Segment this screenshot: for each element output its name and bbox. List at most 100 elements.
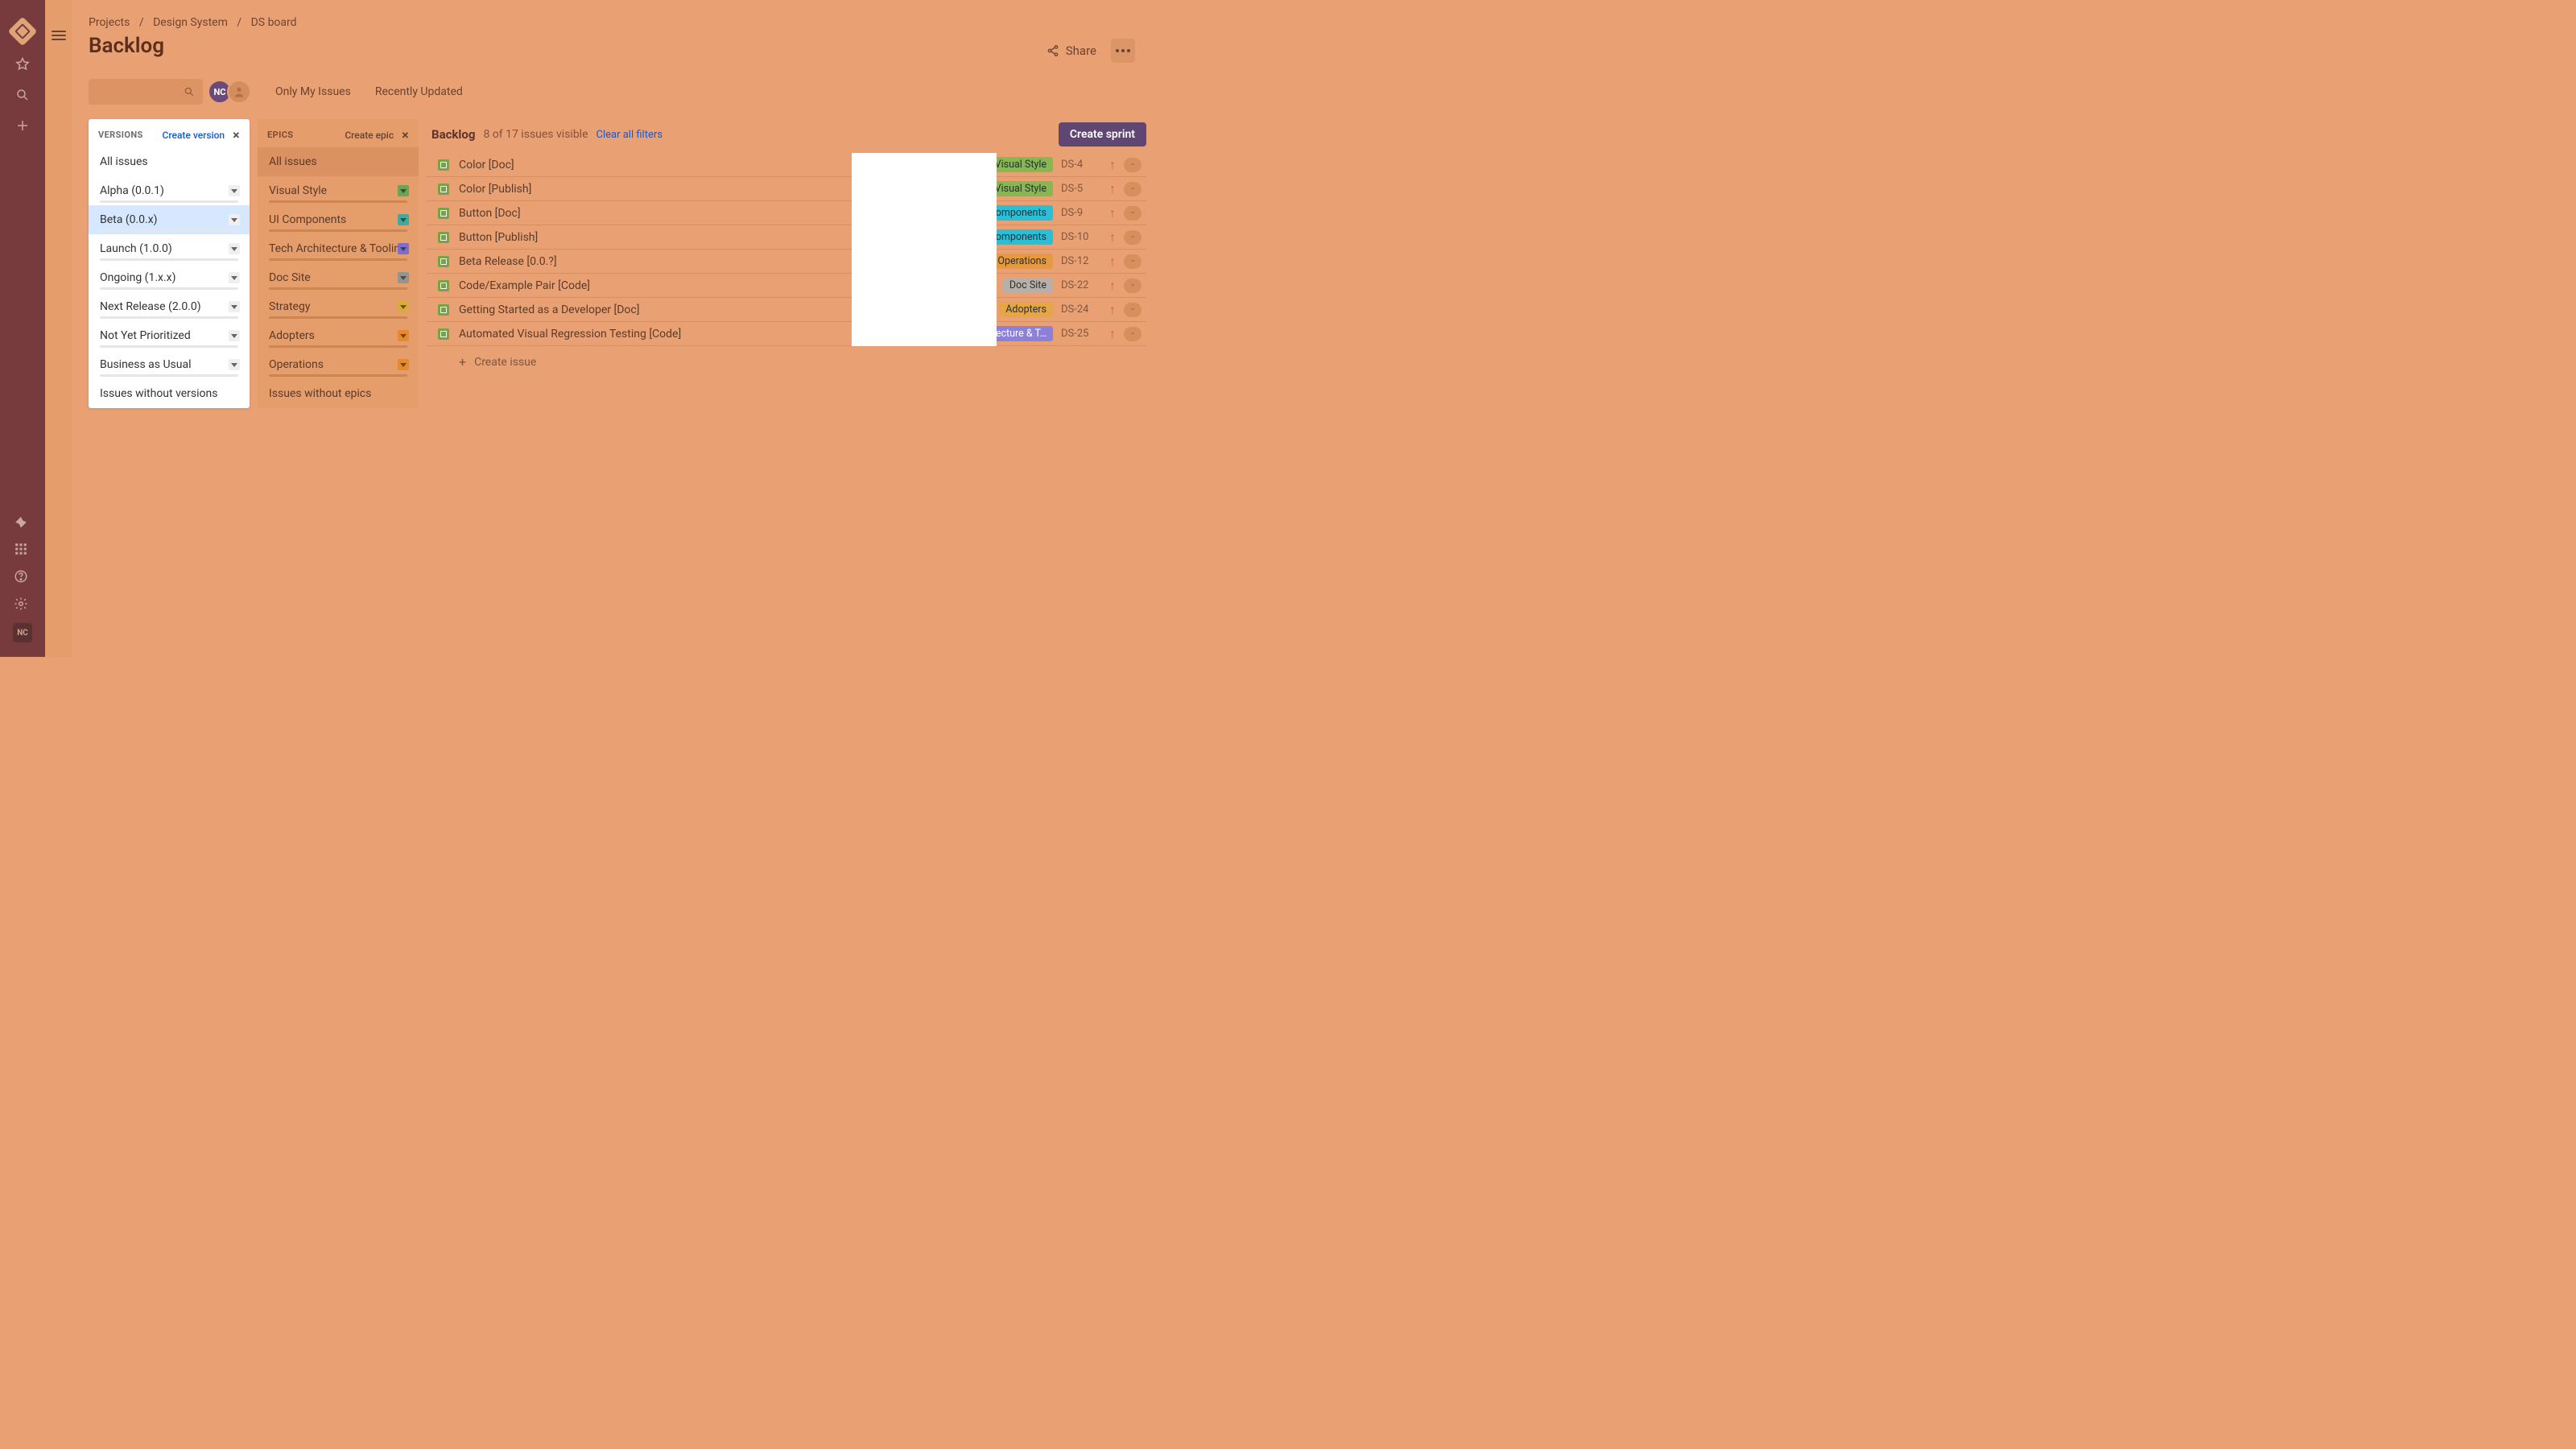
issue-row[interactable]: Button [Publish] BETA (0.0.X) UI Component…	[427, 225, 1146, 250]
filter-recently-updated[interactable]: Recently Updated	[375, 85, 463, 98]
epics-panel: EPICS Create epic × All issues Visual St…	[258, 119, 419, 408]
priority-icon: ↑	[1106, 157, 1119, 173]
issue-row[interactable]: Automated Visual Regression Testing [Cod…	[427, 322, 1146, 346]
close-epics-icon[interactable]: ×	[402, 127, 409, 142]
issue-key[interactable]: DS-24	[1061, 303, 1106, 316]
share-button[interactable]: Share	[1046, 43, 1096, 58]
search-icon[interactable]	[14, 87, 31, 103]
estimate-badge: -	[1124, 327, 1141, 341]
plus-icon: +	[459, 354, 466, 369]
create-sprint-button[interactable]: Create sprint	[1059, 122, 1146, 147]
issue-row[interactable]: Code/Example Pair [Code] BETA (0.0.X) Doc …	[427, 274, 1146, 298]
sidebar-toggle-icon[interactable]	[51, 27, 67, 43]
epic-chip[interactable]: Operations	[991, 254, 1053, 269]
priority-icon: ↑	[1106, 302, 1119, 318]
create-issue-link[interactable]: + Create issue	[427, 346, 1146, 369]
issue-row[interactable]: Beta Release [0.0.?]BETA (0.0.X)Operatio…	[427, 250, 1146, 274]
page-actions: Share	[1046, 39, 1135, 63]
version-chip[interactable]: BETA (0.0.X)	[936, 279, 997, 292]
issue-row[interactable]: Color [Publish]BETA (0.0.X)Visual StyleD…	[427, 177, 1146, 201]
settings-icon[interactable]	[13, 596, 29, 612]
version-chip[interactable]: BETA (0.0.X)	[921, 158, 981, 171]
epic-issues-without-epics[interactable]: Issues without epics	[258, 379, 419, 408]
version-chip[interactable]: BETA (0.0.X)	[904, 206, 964, 220]
epic-all-issues[interactable]: All issues	[258, 147, 419, 176]
epic-item[interactable]: UI Components	[258, 205, 419, 234]
estimate-badge: -	[1124, 230, 1141, 245]
epic-chip[interactable]: Tech Architecture & T…	[939, 326, 1053, 341]
person-icon	[233, 85, 246, 98]
issue-summary: Button [Publish]	[459, 231, 538, 244]
breadcrumb-board[interactable]: DS board	[251, 16, 297, 29]
version-item[interactable]: Alpha (0.0.1)	[89, 176, 250, 205]
page-title: Backlog	[89, 34, 1146, 58]
epic-item[interactable]: Strategy	[258, 292, 419, 321]
epic-chip[interactable]: UI Components	[971, 205, 1053, 221]
priority-icon: ↑	[1106, 205, 1119, 221]
epic-item[interactable]: Doc Site	[258, 263, 419, 292]
star-icon[interactable]	[14, 56, 31, 72]
version-item-selected[interactable]: Beta (0.0.x)	[89, 205, 250, 234]
help-icon[interactable]	[13, 568, 29, 584]
version-chip[interactable]: BETA (0.0.X)	[924, 254, 985, 268]
ship-icon[interactable]	[13, 514, 29, 530]
issue-key[interactable]: DS-10	[1061, 231, 1106, 243]
issue-summary: Code/Example Pair [Code]	[459, 279, 590, 292]
epic-item[interactable]: Visual Style	[258, 176, 419, 205]
plus-icon[interactable]	[14, 118, 31, 134]
epic-item[interactable]: Tech Architecture & Tooling	[258, 234, 419, 263]
epic-chip[interactable]: Adopters	[999, 302, 1053, 317]
version-item[interactable]: Ongoing (1.x.x)	[89, 263, 250, 292]
epic-chip[interactable]: Visual Style	[989, 157, 1053, 172]
version-chip[interactable]: BETA (0.0.X)	[932, 303, 993, 316]
estimate-badge: -	[1124, 279, 1141, 293]
estimate-badge: -	[1124, 158, 1141, 172]
versions-panel: VERSIONS Create version × All issues Alp…	[89, 119, 250, 408]
epic-item[interactable]: Operations	[258, 350, 419, 379]
breadcrumb-project[interactable]: Design System	[153, 16, 228, 29]
version-item[interactable]: Next Release (2.0.0)	[89, 292, 250, 321]
version-item[interactable]: Not Yet Prioritized	[89, 321, 250, 350]
story-icon	[438, 232, 449, 243]
epic-item[interactable]: Adopters	[258, 321, 419, 350]
issue-row[interactable]: Button [Doc]BETA (0.0.X)UI ComponentsDS-…	[427, 201, 1146, 225]
version-item[interactable]: Business as Usual	[89, 350, 250, 379]
priority-icon: ↑	[1106, 254, 1119, 270]
versions-panel-title: VERSIONS	[98, 130, 143, 140]
issue-key[interactable]: DS-5	[1061, 183, 1106, 195]
story-icon	[438, 256, 449, 267]
version-chip[interactable]: BETA (0.0.X)	[872, 327, 932, 341]
epic-chip[interactable]: Visual Style	[989, 181, 1053, 196]
issue-row[interactable]: Getting Started as a Developer [Doc] BETA…	[427, 298, 1146, 322]
issue-key[interactable]: DS-4	[1061, 159, 1106, 171]
issue-row[interactable]: Color [Doc]BETA (0.0.X)Visual StyleDS-4↑…	[427, 153, 1146, 177]
app-logo-icon[interactable]	[8, 17, 38, 47]
version-chip[interactable]: BETA (0.0.X)	[904, 230, 964, 244]
apps-icon[interactable]	[13, 541, 29, 557]
epic-chip[interactable]: Doc Site	[1003, 278, 1053, 293]
filter-only-my-issues[interactable]: Only My Issues	[275, 85, 351, 98]
clear-filters-link[interactable]: Clear all filters	[597, 129, 663, 141]
close-versions-icon[interactable]: ×	[233, 127, 240, 142]
issue-key[interactable]: DS-22	[1061, 279, 1106, 291]
create-epic-link[interactable]: Create epic	[345, 130, 394, 141]
version-all-issues[interactable]: All issues	[89, 147, 250, 176]
rail-user-avatar[interactable]: NC	[13, 623, 32, 642]
story-icon	[438, 328, 449, 340]
version-issues-without-versions[interactable]: Issues without versions	[89, 379, 250, 408]
version-chip[interactable]: BETA (0.0.X)	[921, 182, 981, 196]
version-item[interactable]: Launch (1.0.0)	[89, 234, 250, 263]
issue-key[interactable]: DS-25	[1061, 328, 1106, 340]
epic-chip[interactable]: UI Components	[971, 229, 1053, 245]
estimate-badge: -	[1124, 254, 1141, 269]
search-icon	[184, 86, 195, 97]
search-input[interactable]	[89, 79, 203, 105]
breadcrumb-projects[interactable]: Projects	[89, 16, 130, 29]
create-version-link[interactable]: Create version	[163, 130, 225, 141]
issue-key[interactable]: DS-9	[1061, 207, 1106, 219]
more-menu-button[interactable]	[1111, 39, 1135, 63]
breadcrumb: Projects / Design System / DS board	[89, 16, 1146, 29]
issue-summary: Getting Started as a Developer [Doc]	[459, 303, 639, 316]
issue-key[interactable]: DS-12	[1061, 255, 1106, 267]
avatar-unassigned[interactable]	[227, 80, 251, 104]
